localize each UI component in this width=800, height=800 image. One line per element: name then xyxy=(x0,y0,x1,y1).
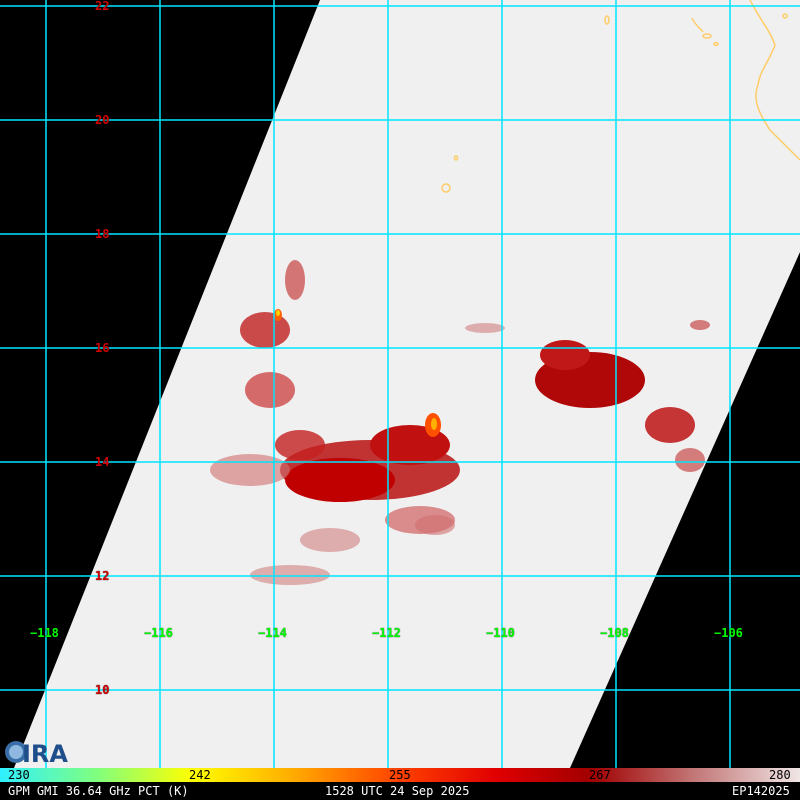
lat-label-18: 18 xyxy=(95,227,110,241)
lon-label-110: −110 xyxy=(486,626,515,640)
svg-text:IRA: IRA xyxy=(22,740,68,766)
colorbar-tick-255: 255 xyxy=(389,768,411,782)
colorbar-tick-242: 242 xyxy=(189,768,211,782)
satellite-map xyxy=(0,0,800,768)
colorbar-tick-280: 280 xyxy=(769,768,791,782)
lon-label-112: −112 xyxy=(372,626,401,640)
timestamp-label: 1528 UTC 24 Sep 2025 xyxy=(325,784,470,798)
lat-label-16: 16 xyxy=(95,341,110,355)
footer: GPM GMI 36.64 GHz PCT (K) 1528 UTC 24 Se… xyxy=(0,782,800,800)
lon-label-116: −116 xyxy=(144,626,173,640)
colorbar-tick-267: 267 xyxy=(589,768,611,782)
lon-label-114: −114 xyxy=(258,626,287,640)
lon-label-106: −106 xyxy=(714,626,743,640)
lat-label-20: 20 xyxy=(95,113,110,127)
colorbar-tick-230: 230 xyxy=(8,768,30,782)
lon-label-108: −108 xyxy=(600,626,629,640)
lat-label-10: 10 xyxy=(95,683,110,697)
storm-id-label: EP142025 xyxy=(732,784,790,798)
lat-label-22: 22 xyxy=(95,0,110,13)
lon-label-118: −118 xyxy=(30,626,59,640)
product-label: GPM GMI 36.64 GHz PCT (K) xyxy=(8,784,189,798)
lat-label-12: 12 xyxy=(95,569,110,583)
lat-label-14: 14 xyxy=(95,455,110,469)
cira-logo-icon: IRA xyxy=(5,740,68,766)
